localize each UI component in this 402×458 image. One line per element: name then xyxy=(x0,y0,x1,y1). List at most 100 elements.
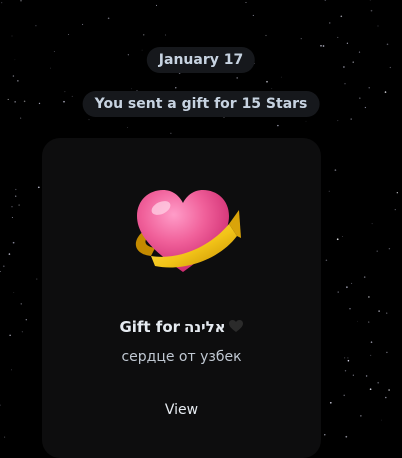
star xyxy=(344,83,345,84)
date-label: January 17 xyxy=(159,52,243,68)
star xyxy=(13,242,15,244)
star xyxy=(12,217,13,218)
star xyxy=(341,15,343,17)
star xyxy=(108,18,110,20)
heart-with-ribbon-icon xyxy=(125,180,241,280)
star xyxy=(82,24,83,25)
star xyxy=(372,223,373,224)
star xyxy=(366,375,367,376)
star xyxy=(324,434,325,435)
star xyxy=(26,319,27,320)
star xyxy=(337,238,339,240)
gift-title: Gift forאלינה xyxy=(42,318,321,336)
star xyxy=(21,303,22,304)
black-heart-icon xyxy=(228,319,244,333)
star xyxy=(368,321,369,322)
star xyxy=(0,271,1,272)
star xyxy=(9,335,10,336)
star xyxy=(246,2,247,3)
star xyxy=(353,375,354,376)
star xyxy=(156,5,157,6)
star xyxy=(17,80,18,81)
star xyxy=(360,415,361,416)
star xyxy=(364,276,365,277)
star xyxy=(301,38,302,39)
star xyxy=(329,191,330,192)
star xyxy=(381,420,382,421)
star xyxy=(330,402,332,404)
recipient-name: אלינה xyxy=(184,318,226,336)
star xyxy=(389,248,390,249)
star xyxy=(39,103,40,104)
star xyxy=(323,45,325,47)
star xyxy=(377,382,379,384)
star xyxy=(345,370,346,371)
star xyxy=(378,26,379,27)
star xyxy=(357,321,358,322)
star xyxy=(326,260,328,262)
star xyxy=(50,68,51,69)
star xyxy=(38,186,40,188)
star xyxy=(338,291,339,292)
star xyxy=(370,0,371,1)
star xyxy=(359,97,361,99)
star xyxy=(343,66,345,68)
star xyxy=(20,118,21,119)
star xyxy=(131,88,132,89)
view-gift-button[interactable]: View xyxy=(157,400,206,420)
star xyxy=(3,265,5,267)
star xyxy=(142,50,143,51)
star xyxy=(72,96,73,97)
star xyxy=(15,196,16,197)
gift-service-message: You sent a gift for 15 Stars xyxy=(83,91,320,117)
star xyxy=(9,253,11,255)
star xyxy=(370,388,372,390)
star xyxy=(346,286,348,288)
star xyxy=(143,34,144,35)
star xyxy=(395,209,396,210)
star xyxy=(369,87,370,88)
star xyxy=(386,312,387,313)
star xyxy=(170,133,171,134)
star xyxy=(12,36,13,37)
star xyxy=(320,45,322,47)
star xyxy=(68,34,69,35)
star xyxy=(337,120,338,121)
star xyxy=(35,25,36,26)
star xyxy=(11,206,12,207)
star xyxy=(22,331,23,332)
star xyxy=(65,91,66,92)
star xyxy=(13,75,15,77)
star xyxy=(175,87,176,88)
star xyxy=(20,0,22,2)
star xyxy=(348,360,350,362)
star xyxy=(24,101,26,103)
star xyxy=(89,119,90,120)
star xyxy=(236,77,238,79)
star xyxy=(377,251,378,252)
star xyxy=(370,355,371,356)
star xyxy=(325,0,326,1)
star xyxy=(253,15,254,16)
star xyxy=(165,35,166,36)
gift-title-prefix: Gift for xyxy=(119,318,180,336)
star xyxy=(277,125,278,126)
gift-card[interactable]: Gift forאלינה сердце от узбек View xyxy=(42,138,321,458)
star xyxy=(387,44,389,46)
star xyxy=(388,389,390,391)
star xyxy=(63,101,65,103)
star xyxy=(265,35,266,36)
star xyxy=(347,43,348,44)
star xyxy=(350,118,351,119)
star xyxy=(335,169,337,171)
star xyxy=(386,352,387,353)
star xyxy=(11,370,12,371)
star xyxy=(345,436,347,438)
star xyxy=(272,88,273,89)
star xyxy=(36,279,37,280)
star xyxy=(397,192,398,193)
star xyxy=(342,236,343,237)
star xyxy=(15,59,16,60)
star xyxy=(365,107,366,108)
star xyxy=(390,67,391,68)
